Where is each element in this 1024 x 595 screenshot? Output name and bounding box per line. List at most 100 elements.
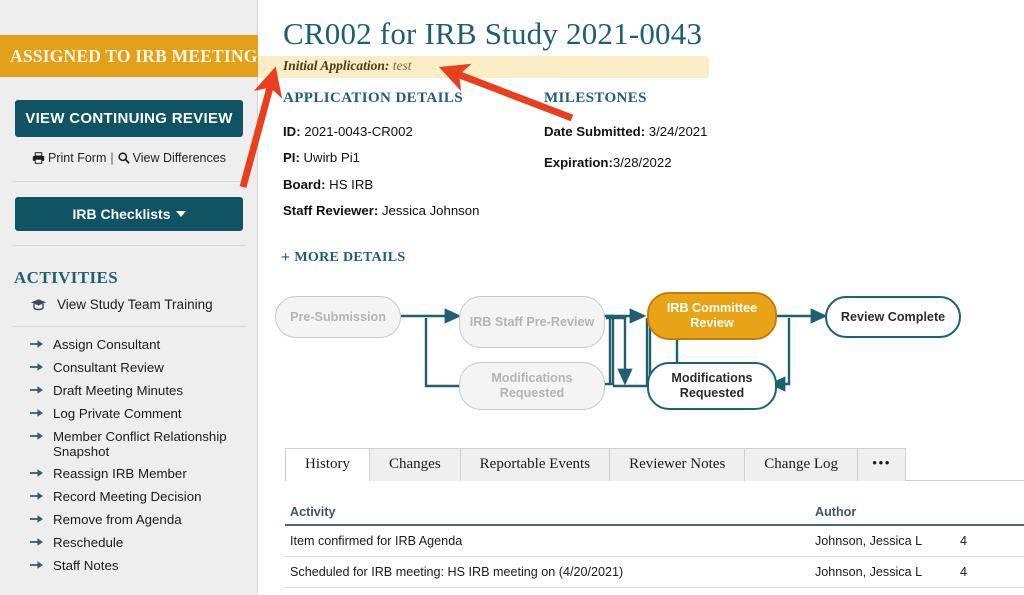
subtitle-value: test: [392, 58, 412, 73]
arrow-right-icon: [30, 467, 43, 482]
tab-history[interactable]: History: [285, 448, 370, 481]
arrow-right-icon: [30, 536, 43, 551]
arrow-right-icon: [30, 338, 43, 353]
sidebar-item-remove-from-agenda[interactable]: Remove from Agenda: [0, 508, 258, 531]
sidebar-item-reassign-irb-member[interactable]: Reassign IRB Member: [0, 462, 258, 485]
sidebar-item-consultant-review[interactable]: Consultant Review: [0, 356, 258, 379]
sidebar-item-label: Consultant Review: [53, 359, 164, 375]
view-continuing-review-button[interactable]: VIEW CONTINUING REVIEW: [15, 100, 243, 137]
tab-changes[interactable]: Changes: [369, 448, 461, 481]
sidebar-divider-1: [12, 181, 246, 182]
activities-list: Assign Consultant Consultant Review Draf…: [0, 333, 258, 577]
sidebar-item-view-study-team-training[interactable]: View Study Team Training: [0, 297, 258, 312]
sidebar-item-record-meeting-decision[interactable]: Record Meeting Decision: [0, 485, 258, 508]
sidebar-item-draft-meeting-minutes[interactable]: Draft Meeting Minutes: [0, 379, 258, 402]
workflow-node-pre-submission[interactable]: Pre-Submission: [275, 296, 401, 338]
main-content: CR002 for IRB Study 2021-0043 Initial Ap…: [199, 0, 1024, 595]
milestone-value: 3/28/2022: [612, 155, 672, 170]
form-links-row: Print Form | View Differences: [0, 151, 258, 167]
detail-label: PI:: [283, 150, 300, 165]
more-details-label: MORE DETAILS: [294, 250, 406, 265]
milestone-label: Expiration:: [544, 155, 613, 170]
sidebar-item-label: Draft Meeting Minutes: [53, 382, 184, 398]
sidebar-item-log-private-comment[interactable]: Log Private Comment: [0, 402, 258, 425]
tab-reviewer-notes[interactable]: Reviewer Notes: [609, 448, 746, 481]
application-details-heading: APPLICATION DETAILS: [283, 90, 463, 106]
arrow-right-icon: [30, 513, 43, 528]
detail-label: ID:: [283, 124, 301, 139]
sidebar-item-label: Remove from Agenda: [53, 511, 182, 527]
workflow-node-irb-committee-review[interactable]: IRB Committee Review: [647, 292, 777, 340]
irb-checklists-label: IRB Checklists: [72, 206, 171, 222]
tab-bar: History Changes Reportable Events Review…: [285, 445, 1024, 481]
tab-overflow-menu[interactable]: •••: [857, 448, 906, 481]
tab-change-log[interactable]: Change Log: [744, 448, 859, 481]
detail-value: Uwirb Pi1: [303, 150, 360, 165]
subtitle-highlight: [199, 56, 709, 78]
sidebar-item-assign-consultant[interactable]: Assign Consultant: [0, 333, 258, 356]
detail-staff-reviewer: Staff Reviewer: Jessica Johnson: [283, 203, 479, 218]
table-row[interactable]: Item confirmed for IRB Agenda Johnson, J…: [285, 526, 1024, 557]
cell-date: 4: [960, 565, 968, 579]
more-details-toggle[interactable]: + MORE DETAILS: [281, 249, 406, 267]
chevron-down-icon: [175, 211, 186, 217]
sidebar-item-reschedule[interactable]: Reschedule: [0, 531, 258, 554]
sidebar-item-label: Log Private Comment: [53, 405, 182, 421]
sidebar-item-label: Reassign IRB Member: [53, 465, 187, 481]
status-badge: ASSIGNED TO IRB MEETING: [0, 35, 258, 77]
page-title: CR002 for IRB Study 2021-0043: [283, 16, 703, 51]
arrow-right-icon: [30, 490, 43, 505]
plus-icon: +: [281, 249, 291, 266]
workflow-node-modifications-requested-staff[interactable]: Modifications Requested: [459, 362, 605, 410]
detail-board: Board: HS IRB: [283, 177, 373, 192]
sidebar-item-label: Reschedule: [53, 534, 124, 550]
printer-icon: [32, 152, 45, 167]
sidebar-item-label: Member Conflict Relationship Snapshot: [53, 428, 227, 459]
milestone-date-submitted: Date Submitted: 3/24/2021: [544, 124, 707, 139]
sidebar-item-label: View Study Team Training: [57, 297, 213, 312]
tab-reportable-events[interactable]: Reportable Events: [459, 448, 611, 481]
workflow-node-review-complete[interactable]: Review Complete: [825, 296, 961, 338]
view-differences-label: View Differences: [132, 151, 226, 165]
sidebar-body: VIEW CONTINUING REVIEW Print Form | View D…: [0, 77, 258, 577]
sidebar-divider-3: [12, 326, 246, 327]
print-form-label: Print Form: [48, 151, 107, 165]
cell-author: Johnson, Jessica L: [815, 534, 923, 548]
cell-date: 4: [960, 534, 968, 548]
irb-checklists-button[interactable]: IRB Checklists: [15, 197, 243, 231]
sidebar-item-label: Staff Notes: [53, 557, 119, 573]
detail-pi: PI: Uwirb Pi1: [283, 150, 360, 165]
sidebar-item-member-conflict-relationship-snapshot[interactable]: Member Conflict Relationship Snapshot: [0, 425, 258, 462]
detail-id: ID: 2021-0043-CR002: [283, 124, 413, 139]
detail-value: 2021-0043-CR002: [304, 124, 413, 139]
detail-label: Staff Reviewer:: [283, 203, 379, 218]
cell-activity: Item confirmed for IRB Agenda: [290, 534, 463, 548]
column-header-date[interactable]: [960, 505, 1024, 519]
workflow-node-irb-staff-pre-review[interactable]: IRB Staff Pre-Review: [459, 296, 605, 348]
app-root: ASSIGNED TO IRB MEETING VIEW CONTINUING …: [0, 0, 1024, 595]
print-form-link[interactable]: Print Form: [32, 151, 106, 165]
table-header-row: Activity Author: [285, 505, 1024, 526]
workflow-node-modifications-requested-committee[interactable]: Modifications Requested: [647, 362, 777, 410]
detail-value: Jessica Johnson: [381, 203, 480, 218]
milestone-label: Date Submitted:: [544, 124, 646, 139]
column-header-activity[interactable]: Activity: [285, 505, 815, 519]
search-icon: [118, 152, 130, 167]
link-separator: |: [110, 151, 114, 165]
view-differences-link[interactable]: View Differences: [118, 151, 226, 165]
arrow-right-icon: [30, 384, 43, 399]
workflow-diagram: Pre-Submission IRB Staff Pre-Review Modi…: [273, 283, 1023, 418]
arrow-right-icon: [30, 407, 43, 422]
table-row[interactable]: Scheduled for IRB meeting: HS IRB meetin…: [285, 557, 1024, 588]
cell-author: Johnson, Jessica L: [815, 565, 923, 579]
arrow-right-icon: [30, 361, 43, 376]
subtitle: Initial Application: test: [283, 58, 412, 74]
sidebar-item-staff-notes[interactable]: Staff Notes: [0, 554, 258, 577]
graduation-cap-icon: [30, 298, 47, 311]
milestones-heading: MILESTONES: [544, 90, 647, 106]
history-table: Activity Author Item confirmed for IRB A…: [285, 505, 1024, 588]
arrow-right-icon: [30, 430, 43, 445]
column-header-author[interactable]: Author: [815, 505, 960, 519]
cell-activity: Scheduled for IRB meeting: HS IRB meetin…: [290, 565, 624, 579]
detail-value: HS IRB: [329, 177, 374, 192]
